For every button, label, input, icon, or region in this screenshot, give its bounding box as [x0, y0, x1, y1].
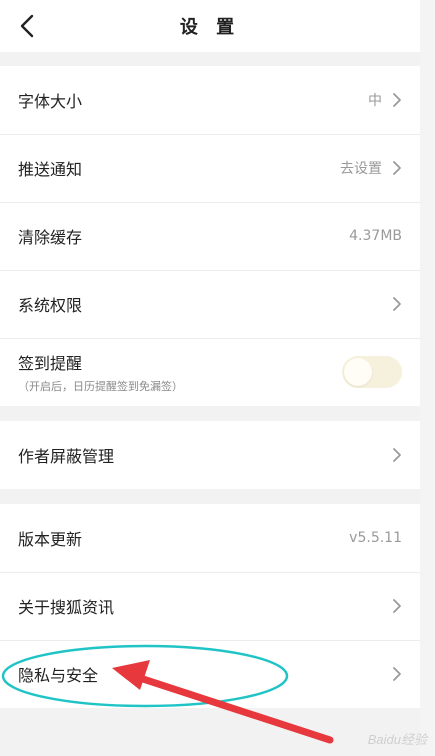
- toggle-knob: [344, 358, 372, 386]
- version-update-row[interactable]: 版本更新 v5.5.11: [0, 504, 420, 572]
- page-title: 设 置: [179, 17, 241, 38]
- about-row[interactable]: 关于搜狐资讯: [0, 572, 420, 640]
- top-bar: 设 置: [0, 0, 420, 52]
- push-notification-label: 推送通知: [18, 160, 83, 179]
- privacy-security-label: 隐私与安全: [18, 666, 99, 685]
- cache-size-value: 4.37MB: [349, 228, 402, 244]
- version-update-label: 版本更新: [18, 530, 83, 549]
- settings-group-about: 版本更新 v5.5.11 关于搜狐资讯 隐私与安全: [0, 504, 420, 708]
- system-permission-row[interactable]: 系统权限: [0, 270, 420, 338]
- checkin-reminder-toggle[interactable]: [342, 356, 402, 388]
- push-notification-row[interactable]: 推送通知 去设置: [0, 134, 420, 202]
- about-label: 关于搜狐资讯: [18, 598, 115, 617]
- checkin-reminder-row: 签到提醒 （开启后，日历提醒签到免漏签）: [0, 338, 420, 406]
- clear-cache-label: 清除缓存: [18, 228, 83, 247]
- version-value: v5.5.11: [349, 530, 402, 546]
- system-permission-label: 系统权限: [18, 296, 83, 315]
- settings-group-general: 字体大小 中 推送通知 去设置 清除缓存 4.37MB 系统权限 签到提醒 （开…: [0, 66, 420, 406]
- settings-group-author: 作者屏蔽管理: [0, 421, 420, 489]
- screen-edge-strip: [420, 0, 435, 756]
- author-block-label: 作者屏蔽管理: [18, 447, 115, 466]
- chevron-right-icon: [392, 598, 402, 614]
- chevron-right-icon: [392, 160, 402, 176]
- watermark: Baidu经验: [367, 732, 427, 747]
- chevron-right-icon: [392, 92, 402, 108]
- privacy-security-row[interactable]: 隐私与安全: [0, 640, 420, 708]
- clear-cache-row[interactable]: 清除缓存 4.37MB: [0, 202, 420, 270]
- push-notification-value: 去设置: [340, 161, 382, 177]
- font-size-label: 字体大小: [18, 92, 83, 111]
- chevron-right-icon: [392, 447, 402, 463]
- font-size-row[interactable]: 字体大小 中: [0, 66, 420, 134]
- chevron-right-icon: [392, 666, 402, 682]
- back-button[interactable]: [14, 13, 40, 39]
- font-size-value: 中: [368, 93, 382, 109]
- chevron-left-icon: [20, 14, 34, 38]
- checkin-reminder-hint: （开启后，日历提醒签到免漏签）: [18, 380, 183, 393]
- chevron-right-icon: [392, 296, 402, 312]
- checkin-reminder-label: 签到提醒: [18, 354, 83, 373]
- author-block-row[interactable]: 作者屏蔽管理: [0, 421, 420, 489]
